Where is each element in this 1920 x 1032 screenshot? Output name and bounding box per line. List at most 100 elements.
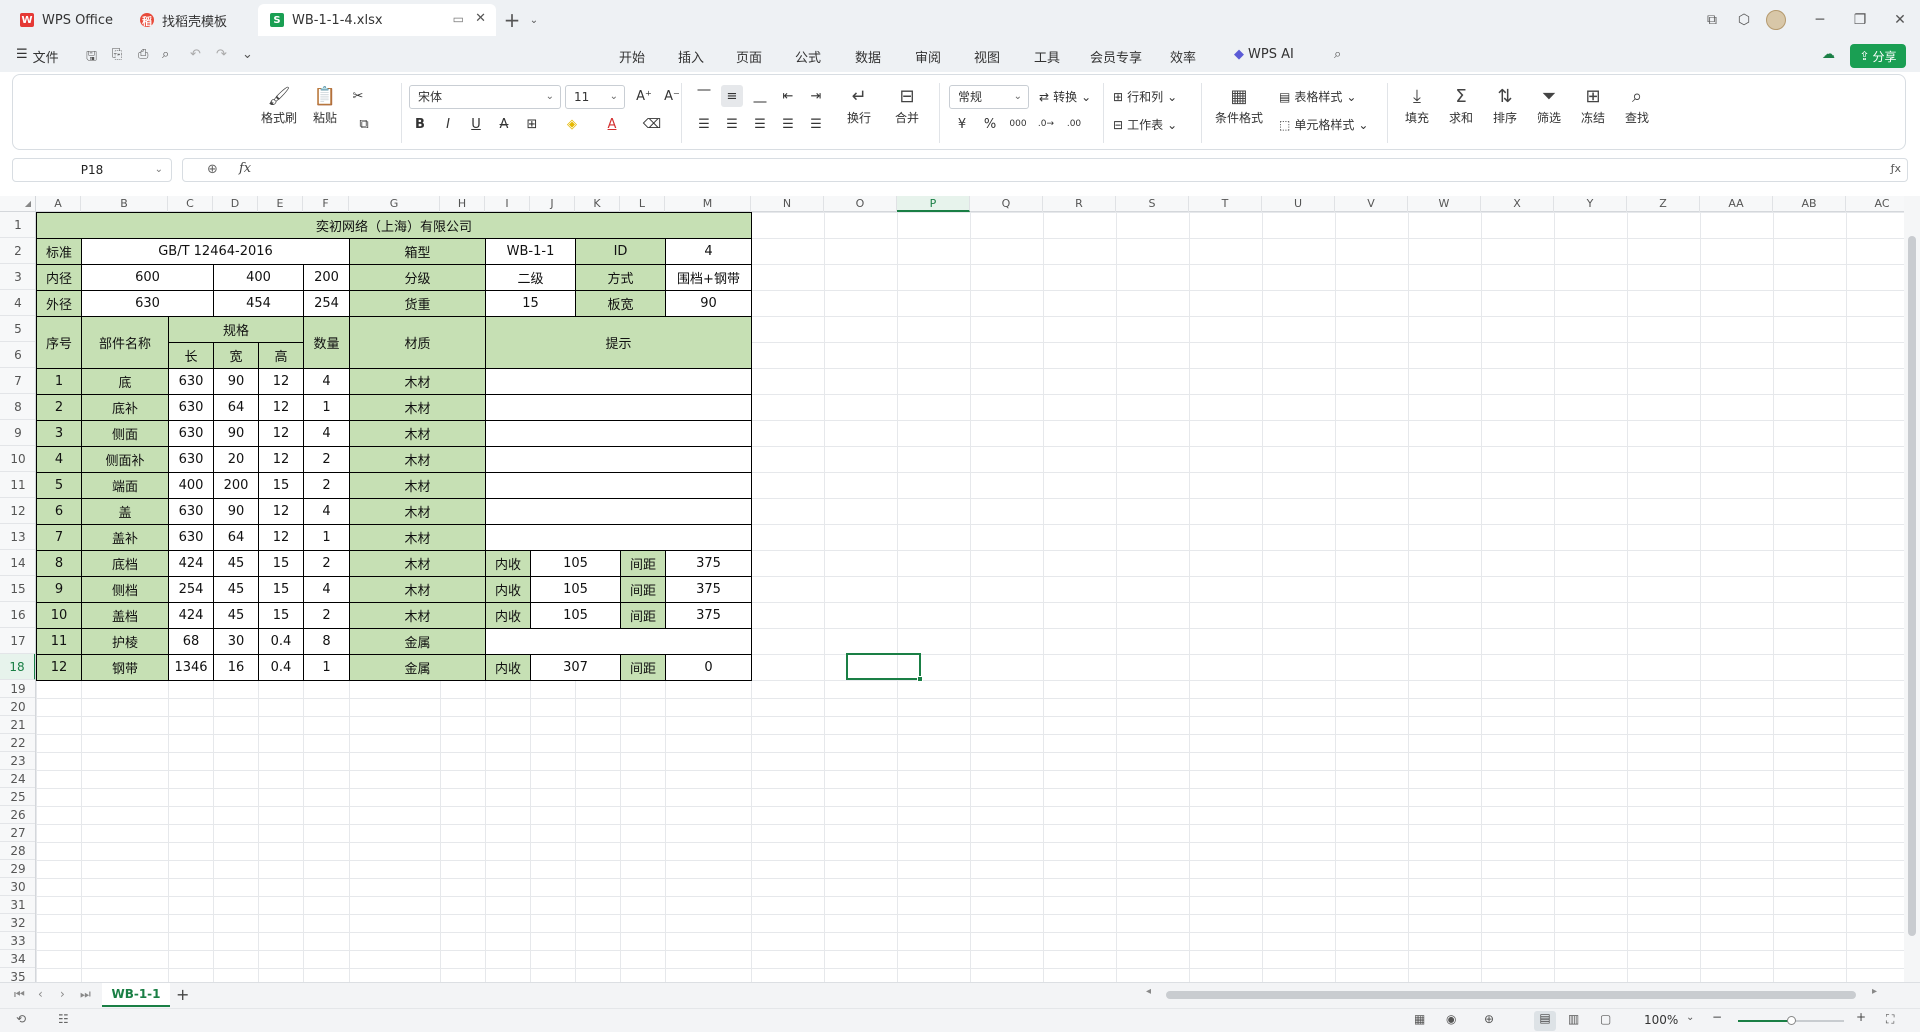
align-middle-icon[interactable]: ≡: [721, 85, 743, 107]
part-name[interactable]: 钢带: [81, 654, 169, 681]
column-header-d[interactable]: D: [213, 196, 258, 212]
value-id[interactable]: 4: [665, 238, 752, 265]
row-header-23[interactable]: 23: [0, 752, 35, 770]
part-width[interactable]: 90: [213, 420, 259, 447]
italic-icon[interactable]: I: [437, 113, 459, 135]
row-header-7[interactable]: 7: [0, 368, 35, 394]
column-header-p[interactable]: P: [897, 196, 970, 212]
font-family-select[interactable]: 宋体 ⌄: [409, 85, 561, 109]
redo-icon[interactable]: ↷: [216, 47, 227, 62]
part-length[interactable]: 254: [168, 576, 214, 603]
part-name[interactable]: 盖档: [81, 602, 169, 629]
border-icon[interactable]: ⊞: [521, 113, 543, 135]
row-header-10[interactable]: 10: [0, 446, 35, 472]
part-width[interactable]: 90: [213, 498, 259, 525]
formula-input[interactable]: ⊕ fx ƒx: [182, 158, 1908, 182]
row-header-15[interactable]: 15: [0, 576, 35, 602]
save-icon[interactable]: 🖫: [86, 47, 97, 69]
value-spacing[interactable]: 375: [665, 576, 752, 603]
print-icon[interactable]: ⎙: [138, 47, 148, 62]
row-header-24[interactable]: 24: [0, 770, 35, 788]
column-header-k[interactable]: K: [575, 196, 620, 212]
column-header-j[interactable]: J: [530, 196, 575, 212]
value-inset[interactable]: 105: [530, 602, 621, 629]
print-preview-icon[interactable]: ⌕: [162, 47, 169, 62]
part-material[interactable]: 木材: [349, 550, 486, 577]
row-header-22[interactable]: 22: [0, 734, 35, 752]
part-material[interactable]: 木材: [349, 420, 486, 447]
part-length[interactable]: 68: [168, 628, 214, 655]
scroll-left-icon[interactable]: ◂: [1146, 986, 1151, 997]
part-width[interactable]: 20: [213, 446, 259, 473]
header-hint[interactable]: 提示: [485, 316, 752, 369]
label-spacing[interactable]: 间距: [620, 576, 666, 603]
value-board-width[interactable]: 90: [665, 290, 752, 317]
part-length[interactable]: 630: [168, 446, 214, 473]
header-width[interactable]: 宽: [213, 342, 259, 369]
part-height[interactable]: 12: [258, 498, 304, 525]
label-inset[interactable]: 内收: [485, 550, 531, 577]
part-name[interactable]: 侧面: [81, 420, 169, 447]
hint-cell[interactable]: [485, 446, 752, 473]
menu-item-page[interactable]: 页面: [736, 47, 762, 66]
part-quantity[interactable]: 2: [303, 472, 350, 499]
row-col-button[interactable]: ⊞ 行和列 ⌄: [1113, 88, 1177, 105]
conditional-format-button[interactable]: ▦ 条件格式: [1209, 83, 1269, 126]
chevron-down-icon[interactable]: ⌄: [1686, 1012, 1694, 1023]
hint-cell[interactable]: [485, 498, 752, 525]
label-spacing[interactable]: 间距: [620, 550, 666, 577]
part-quantity[interactable]: 1: [303, 654, 350, 681]
sheet-grid[interactable]: 奕初网络（上海）有限公司 标准 GB/T 12464-2016 箱型 WB-1-1 ID 4…: [36, 212, 1904, 982]
part-material[interactable]: 木材: [349, 498, 486, 525]
find-button[interactable]: ⌕ 查找: [1617, 83, 1657, 126]
convert-button[interactable]: ⇄ 转换 ⌄: [1039, 88, 1091, 105]
prev-sheet-icon[interactable]: ‹: [38, 987, 43, 1001]
zoom-in-icon[interactable]: +: [1856, 1010, 1866, 1024]
part-material[interactable]: 金属: [349, 628, 486, 655]
row-header-19[interactable]: 19: [0, 680, 35, 698]
hint-cell[interactable]: [485, 524, 752, 551]
column-header-q[interactable]: Q: [970, 196, 1043, 212]
row-header-12[interactable]: 12: [0, 498, 35, 524]
reading-mode-icon[interactable]: ▦: [1414, 1012, 1425, 1026]
part-width[interactable]: 64: [213, 524, 259, 551]
undo-icon[interactable]: ↶: [190, 47, 201, 62]
row-header-1[interactable]: 1: [0, 212, 35, 238]
hint-cell[interactable]: [485, 394, 752, 421]
row-header-20[interactable]: 20: [0, 698, 35, 716]
header-part-name[interactable]: 部件名称: [81, 316, 169, 369]
align-top-icon[interactable]: ⎺: [693, 85, 715, 107]
increase-font-icon[interactable]: A⁺: [633, 85, 655, 107]
value-box-type[interactable]: WB-1-1: [485, 238, 576, 265]
column-header-ab[interactable]: AB: [1773, 196, 1846, 212]
avatar[interactable]: [1764, 8, 1788, 32]
sheet-list-icon[interactable]: ☷: [58, 1012, 69, 1026]
hint-cell[interactable]: [485, 472, 752, 499]
column-header-e[interactable]: E: [258, 196, 303, 212]
worksheet-button[interactable]: ⊟ 工作表 ⌄: [1113, 116, 1177, 133]
column-header-v[interactable]: V: [1335, 196, 1408, 212]
header-quantity[interactable]: 数量: [303, 316, 350, 369]
part-material[interactable]: 金属: [349, 654, 486, 681]
vertical-scroll-thumb[interactable]: [1908, 236, 1916, 936]
vertical-scrollbar[interactable]: [1904, 196, 1920, 982]
zoom-formula-icon[interactable]: ⊕: [207, 162, 218, 177]
part-no[interactable]: 9: [36, 576, 82, 603]
company-title[interactable]: 奕初网络（上海）有限公司: [36, 212, 752, 239]
part-height[interactable]: 12: [258, 394, 304, 421]
row-header-30[interactable]: 30: [0, 878, 35, 896]
part-quantity[interactable]: 2: [303, 602, 350, 629]
row-header-25[interactable]: 25: [0, 788, 35, 806]
menu-item-home[interactable]: 开始: [619, 47, 645, 66]
freeze-button[interactable]: ⊞ 冻结: [1573, 83, 1613, 126]
header-material[interactable]: 材质: [349, 316, 486, 369]
decrease-font-icon[interactable]: A⁻: [661, 85, 683, 107]
scroll-right-icon[interactable]: ▸: [1872, 986, 1877, 997]
part-width[interactable]: 30: [213, 628, 259, 655]
row-header-9[interactable]: 9: [0, 420, 35, 446]
column-header-z[interactable]: Z: [1627, 196, 1700, 212]
part-height[interactable]: 15: [258, 602, 304, 629]
new-tab-icon[interactable]: +: [500, 8, 524, 32]
part-width[interactable]: 45: [213, 576, 259, 603]
copy-icon[interactable]: ⧉: [353, 113, 375, 135]
